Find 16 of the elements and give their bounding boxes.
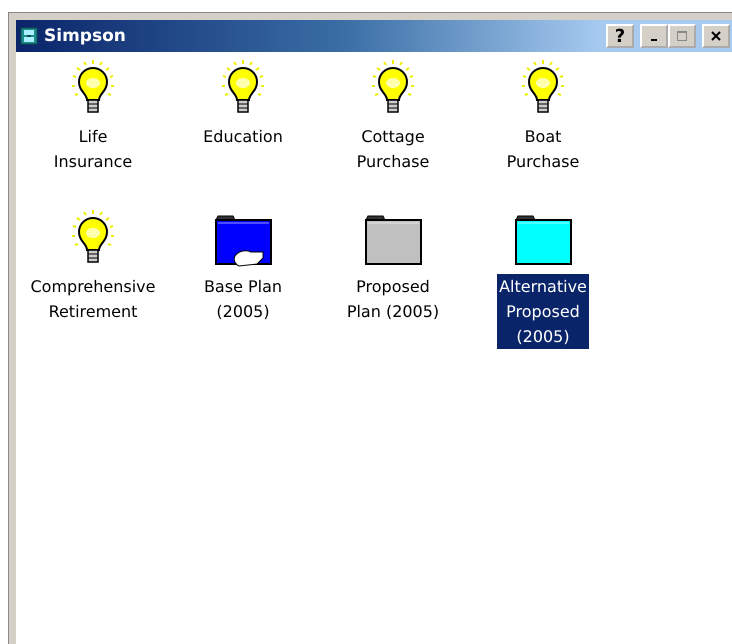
close-icon xyxy=(710,30,722,42)
item-label[interactable]: Alternative Proposed (2005) xyxy=(497,274,589,349)
item-label[interactable]: Education xyxy=(201,124,285,149)
help-button[interactable]: ? xyxy=(606,24,634,48)
item-label[interactable]: Boat Purchase xyxy=(504,124,582,174)
minimize-icon xyxy=(651,39,657,41)
close-button[interactable] xyxy=(702,24,730,48)
app-icon xyxy=(20,27,38,45)
item-label[interactable]: Cottage Purchase xyxy=(354,124,432,174)
window-title: Simpson xyxy=(44,26,126,46)
maximize-button[interactable] xyxy=(668,24,696,48)
item-label[interactable]: Base Plan (2005) xyxy=(202,274,284,324)
item-label[interactable]: Proposed Plan (2005) xyxy=(344,274,442,324)
item-label[interactable]: Comprehensive Retirement xyxy=(28,274,158,324)
maximize-icon xyxy=(676,30,688,42)
item-label[interactable]: Life Insurance xyxy=(52,124,134,174)
